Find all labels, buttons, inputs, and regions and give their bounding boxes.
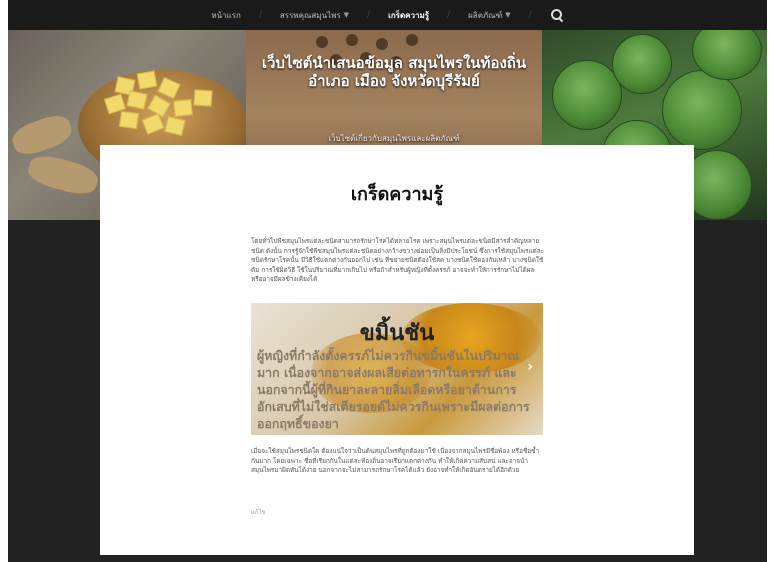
nav-item-label: ผลิตภัณฑ์ (468, 10, 503, 20)
site-title: เว็บไซต์นำเสนอข้อมูล สมุนไพรในท้องถิ่น อ… (261, 54, 527, 90)
nav-separator: / (447, 10, 451, 20)
nav-item-home[interactable]: หน้าแรก (211, 9, 241, 22)
top-nav: หน้าแรก / สรรพคุณสมุนไพร ▼ / เกร็ดความรู… (8, 0, 767, 30)
browser-page: หน้าแรก / สรรพคุณสมุนไพร ▼ / เกร็ดความรู… (8, 0, 767, 562)
article-card: เกร็ดความรู้ โดยทั่วไปพืชสมุนไพรแต่ละชนิ… (100, 145, 694, 555)
nav-item-herbal-properties[interactable]: สรรพคุณสมุนไพร ▼ (280, 9, 349, 22)
nav-separator: / (367, 10, 371, 20)
chevron-right-icon[interactable]: › (527, 359, 533, 375)
nav-item-products[interactable]: ผลิตภัณฑ์ ▼ (468, 9, 511, 22)
turmeric-banner-image: ขมิ้นชัน ผู้หญิงที่กำลังตั้งครรภ์ไม่ควรก… (251, 303, 543, 435)
banner-title: ขมิ้นชัน (359, 321, 435, 346)
nav-item-label: เกร็ดความรู้ (388, 10, 430, 20)
chevron-down-icon: ▼ (343, 11, 350, 19)
page-title: เกร็ดความรู้ (350, 184, 444, 205)
site-tagline: เว็บไซต์เกี่ยวกับสมุนไพรและผลิตภัณฑ์ (328, 134, 460, 143)
banner-text: ผู้หญิงที่กำลังตั้งครรภ์ไม่ควรกินขมิ้นชั… (257, 348, 530, 431)
edit-link[interactable]: แก้ไข (251, 507, 266, 517)
nav-item-label: หน้าแรก (211, 10, 241, 20)
nav-item-knowledge[interactable]: เกร็ดความรู้ (388, 9, 429, 22)
nav-separator: / (528, 10, 532, 20)
article-body: เมื่อจะใช้สมุนไพรชนิดใด ต้องแน่ใจว่าเป็น… (251, 447, 540, 475)
nav-separator: / (258, 10, 262, 20)
chevron-down-icon: ▼ (505, 11, 511, 19)
search-icon[interactable] (550, 8, 564, 22)
article-intro: โดยทั่วไปพืชสมุนไพรแต่ละชนิดสามารถรักษาโ… (251, 237, 545, 284)
nav-item-label: สรรพคุณสมุนไพร (279, 10, 341, 20)
